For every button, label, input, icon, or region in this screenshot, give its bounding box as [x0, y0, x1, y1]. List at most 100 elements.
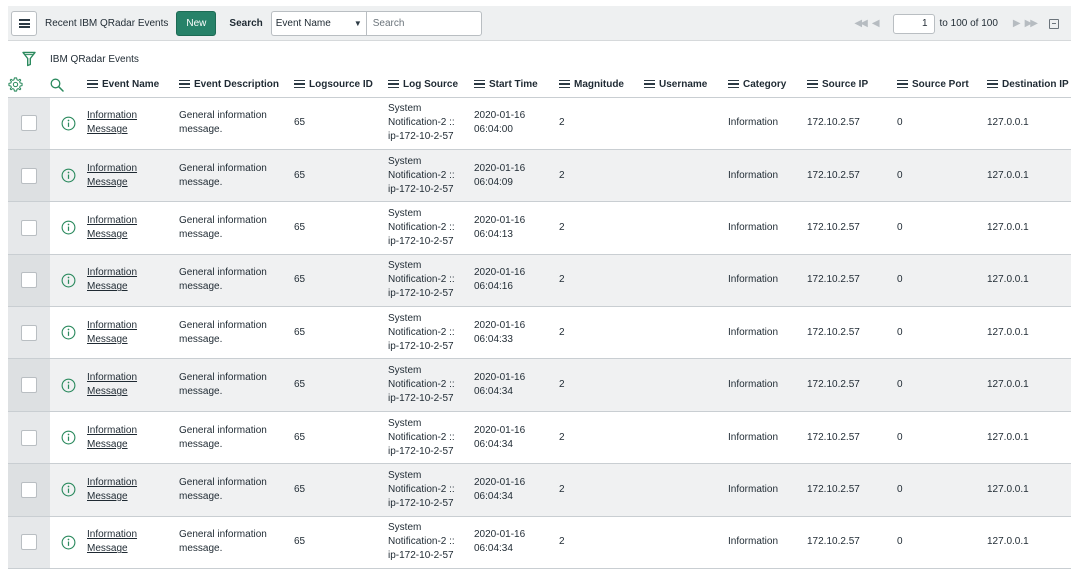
next-page-icon[interactable]: ▶	[1013, 18, 1021, 29]
cell-logsource-id: 65	[294, 149, 388, 203]
previous-page-icon[interactable]: ◀	[872, 18, 880, 29]
column-menu-icon[interactable]	[644, 80, 655, 89]
table-row[interactable]: Information Message General information …	[8, 149, 1071, 203]
event-name-link[interactable]: Information Message	[87, 476, 179, 504]
cell-category: Information	[728, 358, 807, 412]
cell-event-description: General information message.	[179, 358, 294, 412]
cell-username	[644, 97, 728, 150]
event-name-link[interactable]: Information Message	[87, 424, 179, 452]
cell-source-port: 0	[897, 463, 987, 517]
search-input[interactable]	[365, 10, 482, 36]
column-menu-icon[interactable]	[559, 80, 570, 89]
column-menu-icon[interactable]	[807, 80, 818, 89]
info-circle-icon[interactable]	[61, 116, 76, 131]
filter-icon[interactable]	[8, 51, 50, 67]
event-name-link[interactable]: Information Message	[87, 528, 179, 556]
row-checkbox[interactable]	[21, 219, 37, 236]
info-circle-icon[interactable]	[61, 273, 76, 288]
info-circle-icon[interactable]	[61, 325, 76, 340]
row-checkbox[interactable]	[21, 272, 37, 289]
column-settings[interactable]	[8, 73, 50, 98]
cell-event-name: Information Message	[87, 97, 179, 150]
cell-start-time: 2020-01-16 06:04:09	[474, 149, 559, 203]
table-row[interactable]: Information Message General information …	[8, 254, 1071, 308]
row-checkbox[interactable]	[21, 534, 37, 551]
column-header-log-source[interactable]: Log Source	[388, 73, 474, 98]
column-menu-icon[interactable]	[294, 80, 305, 89]
row-info-cell	[50, 97, 87, 150]
collapse-icon[interactable]	[1049, 18, 1059, 29]
column-header-source-port[interactable]: Source Port	[897, 73, 987, 98]
list-menu-button[interactable]	[11, 10, 37, 36]
info-circle-icon[interactable]	[61, 482, 76, 497]
row-checkbox[interactable]	[21, 167, 37, 184]
last-page-icon[interactable]: ▶▶	[1025, 18, 1038, 29]
page-number-input[interactable]	[892, 13, 935, 34]
column-header-logsource-id[interactable]: Logsource ID	[294, 73, 388, 98]
table-row[interactable]: Information Message General information …	[8, 97, 1071, 150]
column-header-event-description[interactable]: Event Description	[179, 73, 294, 98]
cell-category: Information	[728, 306, 807, 360]
column-header-category[interactable]: Category	[728, 73, 807, 98]
row-checkbox[interactable]	[21, 115, 37, 132]
column-menu-icon[interactable]	[897, 80, 908, 89]
row-select-cell	[8, 516, 50, 570]
column-header-magnitude[interactable]: Magnitude	[559, 73, 644, 98]
info-circle-icon[interactable]	[61, 220, 76, 235]
row-info-cell	[50, 149, 87, 203]
cell-destination-ip: 127.0.0.1	[987, 201, 1071, 255]
column-menu-icon[interactable]	[388, 80, 399, 89]
cell-source-ip: 172.10.2.57	[807, 358, 897, 412]
event-name-link[interactable]: Information Message	[87, 109, 179, 137]
event-name-link[interactable]: Information Message	[87, 162, 179, 190]
column-menu-icon[interactable]	[987, 80, 998, 89]
cell-event-name: Information Message	[87, 358, 179, 412]
column-header-username[interactable]: Username	[644, 73, 728, 98]
cell-username	[644, 463, 728, 517]
table-row[interactable]: Information Message General information …	[8, 306, 1071, 360]
table-row[interactable]: Information Message General information …	[8, 463, 1071, 517]
table-row[interactable]: Information Message General information …	[8, 516, 1071, 570]
column-menu-icon[interactable]	[474, 80, 485, 89]
table-body: Information Message General information …	[8, 97, 1071, 570]
row-select-cell	[8, 463, 50, 517]
page-range-label: to 100 of 100	[939, 18, 998, 29]
column-menu-icon[interactable]	[179, 80, 190, 89]
info-circle-icon[interactable]	[61, 535, 76, 550]
cell-username	[644, 306, 728, 360]
breadcrumb[interactable]: IBM QRadar Events	[50, 54, 139, 65]
cell-source-ip: 172.10.2.57	[807, 306, 897, 360]
row-select-cell	[8, 254, 50, 308]
event-name-link[interactable]: Information Message	[87, 266, 179, 294]
event-name-link[interactable]: Information Message	[87, 371, 179, 399]
table-row[interactable]: Information Message General information …	[8, 411, 1071, 465]
column-header-start-time[interactable]: Start Time	[474, 73, 559, 98]
column-menu-icon[interactable]	[87, 80, 98, 89]
row-checkbox[interactable]	[21, 481, 37, 498]
column-search[interactable]	[50, 73, 87, 98]
first-page-icon[interactable]: ◀◀	[854, 18, 867, 29]
cell-username	[644, 411, 728, 465]
event-name-link[interactable]: Information Message	[87, 214, 179, 242]
column-menu-icon[interactable]	[728, 80, 739, 89]
event-name-link[interactable]: Information Message	[87, 319, 179, 347]
row-checkbox[interactable]	[21, 377, 37, 394]
row-select-cell	[8, 149, 50, 203]
cell-start-time: 2020-01-16 06:04:33	[474, 306, 559, 360]
row-checkbox[interactable]	[21, 429, 37, 446]
column-header-event-name[interactable]: Event Name	[87, 73, 179, 98]
column-header-source-ip[interactable]: Source IP	[807, 73, 897, 98]
info-circle-icon[interactable]	[61, 378, 76, 393]
table-row[interactable]: Information Message General information …	[8, 201, 1071, 255]
info-circle-icon[interactable]	[61, 430, 76, 445]
cell-source-ip: 172.10.2.57	[807, 149, 897, 203]
info-circle-icon[interactable]	[61, 168, 76, 183]
search-field-select[interactable]: Event Name ▼	[270, 10, 366, 36]
table-row[interactable]: Information Message General information …	[8, 358, 1071, 412]
cell-logsource-id: 65	[294, 97, 388, 150]
column-header-destination-ip[interactable]: Destination IP	[987, 73, 1071, 98]
search-icon	[50, 78, 64, 92]
row-checkbox[interactable]	[21, 324, 37, 341]
new-button[interactable]: New	[176, 10, 217, 36]
cell-magnitude: 2	[559, 254, 644, 308]
